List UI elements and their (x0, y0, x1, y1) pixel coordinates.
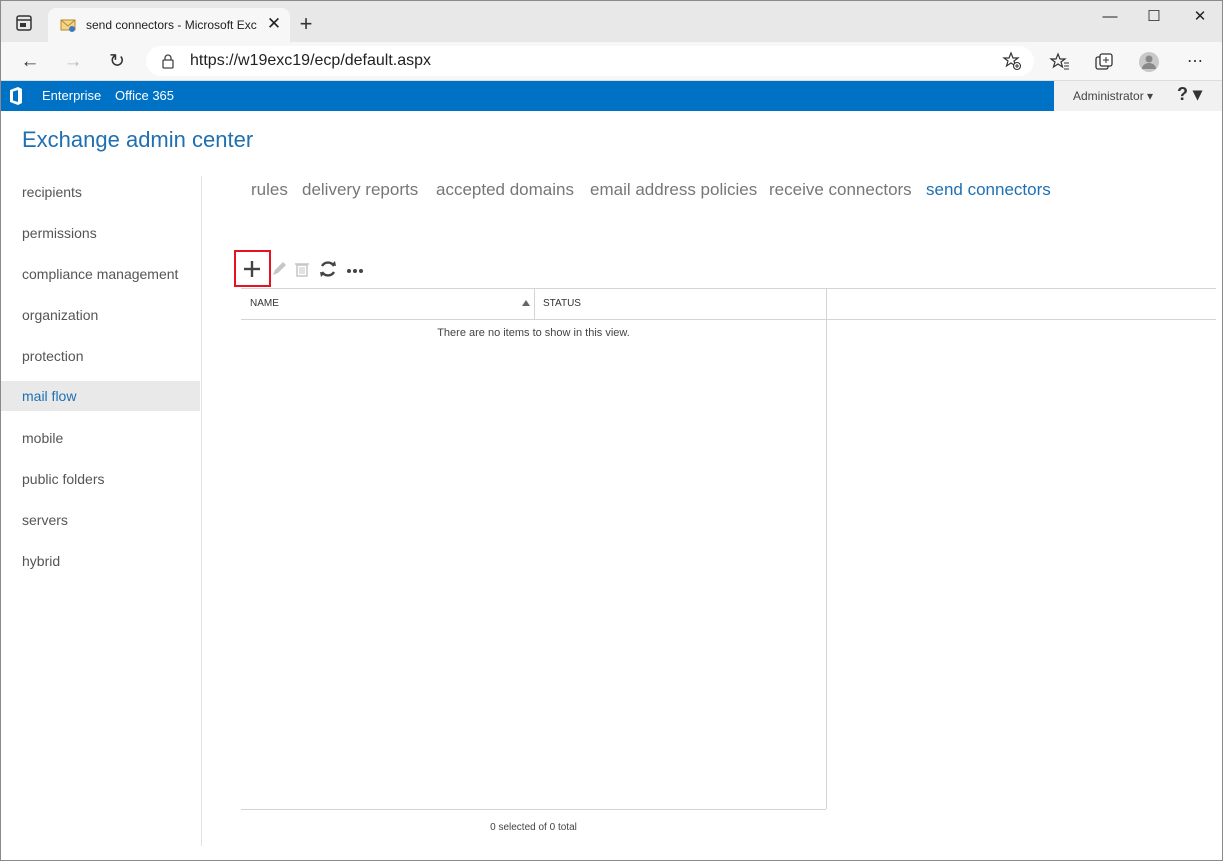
nav-mobile[interactable]: mobile (1, 423, 200, 453)
favorites-icon[interactable] (1049, 51, 1071, 73)
tab-accepted-domains[interactable]: accepted domains (436, 180, 574, 200)
exchange-favicon-icon (60, 19, 76, 32)
browser-toolbar: ← → ↻ https://w19exc19/ecp/default.aspx (1, 42, 1222, 81)
lock-icon[interactable] (160, 53, 176, 69)
tab-actions-icon[interactable] (15, 14, 33, 32)
tab-strip: send connectors - Microsoft Exc… ✕ + — ☐… (1, 1, 1222, 42)
tab-email-address-policies[interactable]: email address policies (590, 180, 757, 200)
tab-delivery-reports[interactable]: delivery reports (302, 180, 418, 200)
selection-count: 0 selected of 0 total (490, 822, 577, 833)
refresh-icon[interactable]: ↻ (103, 48, 131, 76)
nav-servers[interactable]: servers (1, 505, 200, 535)
nav-compliance-management[interactable]: compliance management (1, 259, 200, 289)
page-title: Exchange admin center (22, 127, 254, 152)
more-options-icon[interactable]: ⋯ (1181, 48, 1209, 76)
enterprise-link[interactable]: Enterprise (42, 88, 101, 103)
sort-ascending-icon[interactable] (522, 300, 530, 306)
refresh-list-icon[interactable] (315, 256, 341, 282)
back-arrow-icon[interactable]: ← (16, 48, 44, 76)
add-icon[interactable] (239, 256, 265, 282)
tab-title: send connectors - Microsoft Exc… (86, 18, 258, 32)
tab-rules[interactable]: rules (251, 180, 288, 200)
address-bar[interactable]: https://w19exc19/ecp/default.aspx (146, 46, 1034, 76)
tab-send-connectors[interactable]: send connectors (926, 180, 1051, 200)
browser-tab[interactable]: send connectors - Microsoft Exc… ✕ (48, 8, 290, 42)
nav-hybrid[interactable]: hybrid (1, 546, 200, 576)
new-tab-icon[interactable]: + (294, 13, 318, 37)
more-actions-icon[interactable] (342, 256, 368, 282)
add-favorite-icon[interactable] (1002, 51, 1022, 71)
window-close-icon[interactable]: ✕ (1177, 5, 1222, 29)
o365-navbar: Enterprise Office 365 Administrator ▾ ? … (1, 81, 1222, 111)
nav-recipients[interactable]: recipients (1, 177, 200, 207)
url-text[interactable]: https://w19exc19/ecp/default.aspx (190, 52, 431, 70)
browser-window: send connectors - Microsoft Exc… ✕ + — ☐… (0, 0, 1223, 861)
forward-arrow-icon[interactable]: → (59, 48, 87, 76)
nav-permissions[interactable]: permissions (1, 218, 200, 248)
o365-bluebar: Enterprise Office 365 (1, 81, 1054, 111)
nav-organization[interactable]: organization (1, 300, 200, 330)
maximize-icon[interactable]: ☐ (1131, 5, 1177, 29)
nav-public-folders[interactable]: public folders (1, 464, 200, 494)
help-menu[interactable]: ? ▾ (1177, 84, 1202, 105)
tab-close-icon[interactable]: ✕ (266, 15, 282, 32)
tab-receive-connectors[interactable]: receive connectors (769, 180, 912, 200)
minimize-icon[interactable]: — (1087, 5, 1133, 29)
office365-link[interactable]: Office 365 (115, 88, 174, 103)
nav-mail-flow[interactable]: mail flow (1, 381, 200, 411)
user-menu[interactable]: Administrator ▾ (1073, 89, 1153, 103)
column-header-name[interactable]: NAME (250, 298, 279, 309)
grid-top-border (241, 288, 1216, 289)
profile-avatar-icon[interactable] (1138, 51, 1160, 73)
empty-list-message: There are no items to show in this view. (437, 327, 630, 339)
nav-divider (201, 176, 202, 846)
column-header-status[interactable]: STATUS (543, 298, 581, 309)
column-separator (534, 289, 535, 319)
grid-bottom-border (241, 809, 826, 810)
collections-icon[interactable] (1093, 51, 1115, 73)
grid-header-border (241, 319, 1216, 320)
office-logo-icon[interactable] (9, 87, 23, 105)
nav-protection[interactable]: protection (1, 341, 200, 371)
delete-trash-icon[interactable] (289, 256, 315, 282)
details-pane-separator (826, 289, 827, 809)
